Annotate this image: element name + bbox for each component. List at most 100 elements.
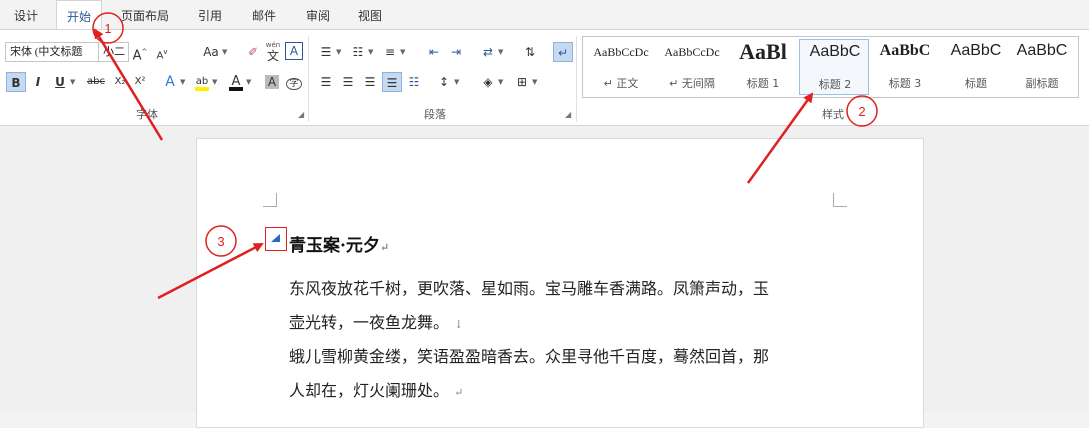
align-right-button[interactable]: ☰ [360,72,380,92]
style-subtitle[interactable]: AaBbC 副标题 [1007,39,1077,95]
tab-mailings[interactable]: 邮件 [242,0,286,30]
chevron-down-icon[interactable]: ▼ [368,42,373,62]
grow-font-button[interactable]: A^ [130,42,150,64]
borders-icon: ⊞ [516,75,528,89]
paragraph-mark-icon: ↵ [454,386,464,399]
body-line[interactable]: 蛾儿雪柳黄金缕，笑语盈盈暗香去。众里寻他千百度，蓦然回首，那 [289,343,769,367]
borders-button[interactable]: ⊞ [512,72,532,92]
style-heading-3[interactable]: AaBbC 标题 3 [870,39,940,95]
chevron-down-icon[interactable]: ▼ [532,72,537,92]
tab-references[interactable]: 引用 [188,0,232,30]
character-border-button[interactable]: A [285,42,303,60]
highlighter-icon: ab [195,76,209,87]
body-line[interactable]: 东风夜放花千树，更吹落、星如雨。宝马雕车香满路。凤箫声动，玉 [289,275,769,299]
align-center-button[interactable]: ☰ [338,72,358,92]
style-heading-2[interactable]: AaBbC 标题 2 [799,39,869,95]
increase-indent-button[interactable]: ⇥ [446,42,466,62]
line-break-mark-icon: ↓ [454,318,464,331]
paragraph-mark-icon: ↵ [557,46,569,60]
document-page[interactable]: 青玉案·元夕↵ 东风夜放花千树，更吹落、星如雨。宝马雕车香满路。凤箫声动，玉 壶… [196,138,924,428]
tab-design[interactable]: 设计 [6,0,46,30]
increase-indent-icon: ⇥ [450,45,462,59]
chevron-down-icon[interactable]: ▼ [222,42,227,62]
character-shading-button[interactable]: A [262,72,282,92]
align-center-icon: ☰ [342,75,354,89]
strikethrough-button[interactable]: abc [84,72,108,92]
align-left-icon: ☰ [320,75,332,89]
body-line-text: 东风夜放花千树，更吹落、星如雨。宝马雕车香满路。凤箫声动，玉 [289,279,770,298]
crop-mark-top-right [833,193,847,207]
body-line[interactable]: 壶光转，一夜鱼龙舞。 ↓ [289,309,463,333]
document-area[interactable]: 青玉案·元夕↵ 东风夜放花千树，更吹落、星如雨。宝马雕车香满路。凤箫声动，玉 壶… [0,126,1089,428]
font-color-button[interactable]: A [226,72,246,92]
chevron-down-icon[interactable]: ▼ [454,72,459,92]
chevron-down-icon[interactable]: ▼ [246,72,251,92]
line-spacing-button[interactable]: ↕ [434,72,454,92]
tab-home[interactable]: 开始 [56,0,102,30]
collapse-heading-toggle[interactable] [265,227,287,251]
style-heading-1[interactable]: AaBl 标题 1 [728,39,798,95]
decrease-indent-button[interactable]: ⇤ [424,42,444,62]
sort-icon: ⇅ [524,45,536,59]
change-case-button[interactable]: Aa [200,42,222,62]
chevron-down-icon[interactable]: ▼ [336,42,341,62]
collapse-triangle-icon [271,234,280,242]
phonetic-guide-button[interactable]: wén 文 [263,40,283,62]
numbering-button[interactable]: ☷ [348,42,368,62]
decrease-indent-icon: ⇤ [428,45,440,59]
group-separator [576,36,577,122]
italic-icon: I [35,75,41,89]
style-title[interactable]: AaBbC 标题 [941,39,1011,95]
underline-button[interactable]: U [50,72,70,92]
tab-view[interactable]: 视图 [348,0,392,30]
sort-button[interactable]: ⇅ [520,42,540,62]
grow-font-icon: A [132,48,142,64]
superscript-button[interactable]: X² [130,72,150,92]
bold-button[interactable]: B [6,72,26,92]
chevron-down-icon[interactable]: ▼ [180,72,185,92]
style-normal[interactable]: AaBbCcDc ↵ 正文 [586,39,656,95]
show-marks-button[interactable]: ↵ [553,42,573,62]
chevron-down-icon[interactable]: ▼ [400,42,405,62]
paragraph-mark-icon: ↵ [379,241,390,254]
paragraph-group-label: 段落 [424,108,446,121]
change-case-icon: Aa [203,45,219,59]
align-left-button[interactable]: ☰ [316,72,336,92]
styles-gallery: AaBbCcDc ↵ 正文 AaBbCcDc ↵ 无间隔 AaBl 标题 1 A… [582,36,1079,98]
chevron-down-icon[interactable]: ▼ [212,72,217,92]
body-line-text: 蛾儿雪柳黄金缕，笑语盈盈暗香去。众里寻他千百度，蓦然回首，那 [289,347,770,366]
body-line[interactable]: 人却在，灯火阑珊处。 ↵ [289,377,463,401]
document-heading[interactable]: 青玉案·元夕↵ [289,231,389,256]
font-dialog-launcher-icon[interactable]: ◢ [298,110,307,119]
shrink-font-button[interactable]: Av [152,42,172,62]
tab-page-layout[interactable]: 页面布局 [112,0,178,30]
multilevel-list-button[interactable]: ≡ [380,42,400,62]
chevron-down-icon[interactable]: ▼ [498,42,503,62]
font-family-combo[interactable]: 宋体 (中文标题 [5,42,99,62]
tab-review[interactable]: 审阅 [296,0,340,30]
font-size-combo[interactable]: 小二 [99,42,129,62]
chevron-down-icon[interactable]: ▼ [70,72,75,92]
paint-bucket-icon: ◈ [483,75,493,89]
chinese-layout-button[interactable]: ⇄ [478,42,498,62]
distributed-button[interactable]: ☷ [404,72,424,92]
shading-button[interactable]: ◈ [478,72,498,92]
enclose-characters-icon: 字 [286,78,302,90]
font-group-label: 字体 [136,108,158,121]
bullets-button[interactable]: ☰ [316,42,336,62]
bold-icon: B [11,76,21,90]
justify-button[interactable]: ☰ [382,72,402,92]
italic-button[interactable]: I [28,72,48,92]
subscript-button[interactable]: X₂ [110,72,130,92]
style-no-spacing[interactable]: AaBbCcDc ↵ 无间隔 [657,39,727,95]
bullet-list-icon: ☰ [320,45,332,59]
text-effects-button[interactable]: A [160,72,180,92]
chevron-down-icon[interactable]: ▼ [498,72,503,92]
paragraph-dialog-launcher-icon[interactable]: ◢ [565,110,574,119]
crop-mark-top-left [263,193,277,207]
highlight-button[interactable]: ab [192,72,212,92]
chinese-layout-icon: ⇄ [482,45,494,59]
line-spacing-icon: ↕ [438,75,450,89]
enclose-characters-button[interactable]: 字 [284,72,304,92]
clear-formatting-button[interactable]: ✐ [243,42,263,62]
